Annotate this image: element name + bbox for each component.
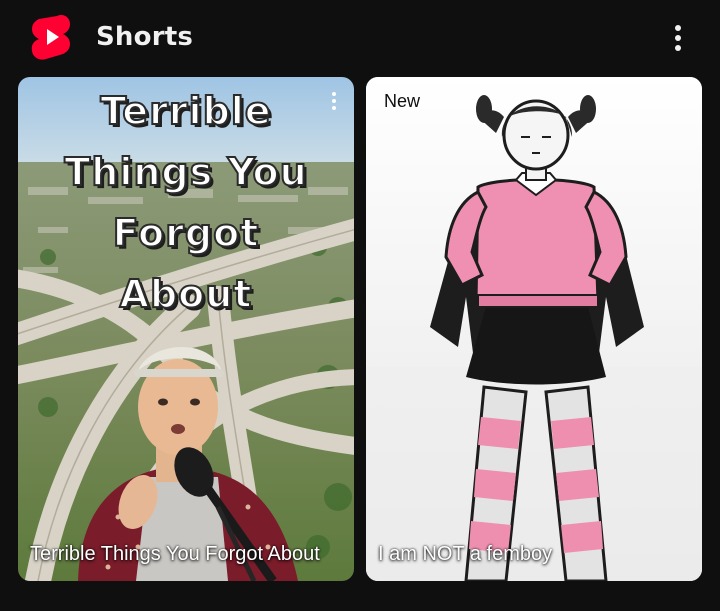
more-vertical-icon[interactable] xyxy=(324,89,344,113)
shorts-header: Shorts xyxy=(0,0,720,76)
thumbnail-title: Terrible Things You Forgot About xyxy=(63,88,308,317)
youtube-shorts-logo-icon[interactable] xyxy=(30,14,72,60)
short-thumbnail xyxy=(366,77,702,581)
page-title: Shorts xyxy=(96,22,194,52)
short-card[interactable]: New I am NOT a femboy xyxy=(366,77,702,581)
short-card[interactable]: Terrible Things You Forgot About Terribl… xyxy=(18,77,354,581)
more-vertical-icon[interactable] xyxy=(664,22,692,54)
short-title[interactable]: I am NOT a femboy xyxy=(378,542,678,567)
short-title[interactable]: Terrible Things You Forgot About xyxy=(30,542,330,567)
new-badge: New xyxy=(384,91,421,111)
